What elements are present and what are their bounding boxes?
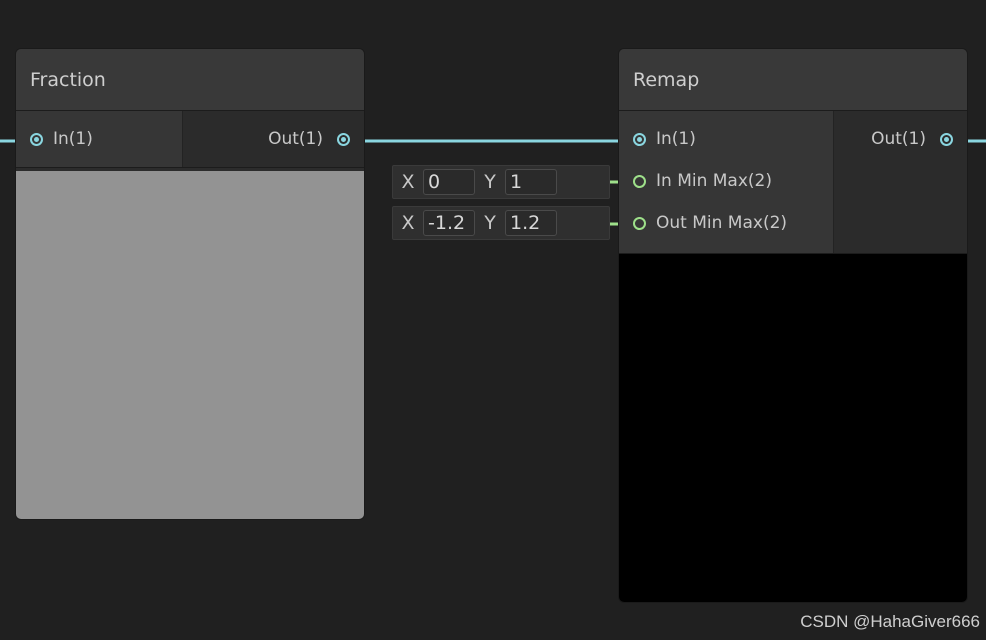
remap-inputs: In(1) In Min Max(2) Out Min Max(2) [619,111,834,253]
remap-node-title[interactable]: Remap [619,49,967,111]
socket-icon[interactable] [633,132,646,146]
fraction-preview [16,171,364,519]
fraction-node-title[interactable]: Fraction [16,49,364,111]
out-min-max-field: X -1.2 Y 1.2 [392,206,610,240]
remap-node[interactable]: Remap In(1) In Min Max(2) Out Min Max(2)… [618,48,968,603]
fraction-output-label: Out(1) [268,129,323,149]
x-axis-label: X [401,171,415,193]
remap-input-port-in[interactable]: In(1) [619,118,833,160]
fraction-node[interactable]: Fraction In(1) Out(1) [15,48,365,520]
in-min-max-y-input[interactable]: 1 [505,169,557,195]
socket-icon[interactable] [337,132,350,146]
fraction-input-port[interactable]: In(1) [16,118,182,160]
out-min-max-y-input[interactable]: 1.2 [505,210,557,236]
remap-input-label: In(1) [656,129,696,149]
remap-input-port-out-min-max[interactable]: Out Min Max(2) [619,202,833,244]
remap-ports: In(1) In Min Max(2) Out Min Max(2) Out(1… [619,111,967,254]
socket-icon[interactable] [940,132,953,146]
fraction-outputs: Out(1) [183,111,364,167]
fraction-input-label: In(1) [53,129,93,149]
remap-output-port[interactable]: Out(1) [871,118,967,160]
fraction-output-port[interactable]: Out(1) [268,118,364,160]
remap-input-label: Out Min Max(2) [656,213,788,233]
socket-icon[interactable] [633,216,646,230]
remap-preview [619,254,967,602]
y-axis-label: Y [484,212,496,234]
in-min-max-x-input[interactable]: 0 [423,169,475,195]
remap-input-label: In Min Max(2) [656,171,772,191]
x-axis-label: X [401,212,415,234]
socket-icon[interactable] [30,132,43,146]
y-axis-label: Y [484,171,496,193]
fraction-inputs: In(1) [16,111,183,167]
fraction-ports: In(1) Out(1) [16,111,364,168]
in-min-max-field: X 0 Y 1 [392,165,610,199]
remap-output-label: Out(1) [871,129,926,149]
remap-input-port-in-min-max[interactable]: In Min Max(2) [619,160,833,202]
watermark: CSDN @HahaGiver666 [800,612,980,631]
out-min-max-x-input[interactable]: -1.2 [423,210,475,236]
socket-icon[interactable] [633,174,646,188]
remap-outputs: Out(1) [834,111,967,253]
